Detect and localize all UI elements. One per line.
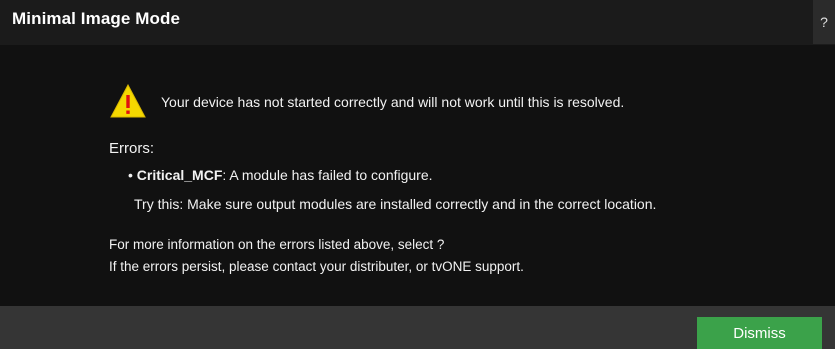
bullet: • [128,167,133,183]
error-try-this: Try this: Make sure output modules are i… [134,196,657,212]
dialog-footer: Dismiss [0,306,835,349]
errors-heading: Errors: [109,140,154,157]
error-description: : A module has failed to configure. [222,167,433,183]
error-item: • Critical_MCF: A module has failed to c… [128,167,433,183]
info-line-more-info: For more information on the errors liste… [109,237,445,252]
dialog-titlebar: Minimal Image Mode ? [0,0,835,45]
error-name: Critical_MCF [136,167,223,183]
minimal-image-mode-dialog: Minimal Image Mode ? Your device has not… [0,0,835,349]
dismiss-button[interactable]: Dismiss [697,317,822,349]
help-button[interactable]: ? [813,0,835,44]
warning-message: Your device has not started correctly an… [161,94,625,110]
info-line-contact-support: If the errors persist, please contact yo… [109,259,524,274]
dialog-title: Minimal Image Mode [12,9,181,28]
warning-icon [110,84,146,118]
